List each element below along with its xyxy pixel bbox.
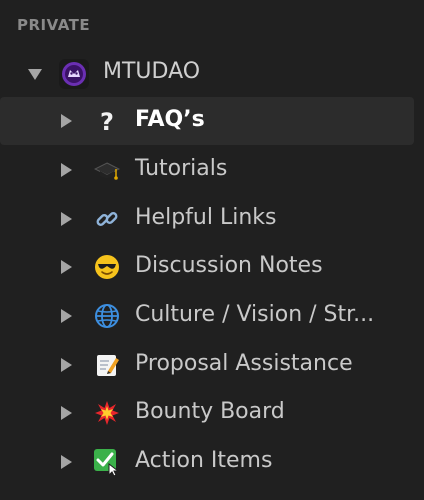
sidebar-item-faqs[interactable]: ? FAQ’s	[0, 97, 414, 145]
sidebar-item-label: Bounty Board	[135, 399, 285, 424]
globe-icon	[93, 302, 121, 330]
mtudao-logo-icon	[59, 59, 89, 89]
expand-toggle-icon[interactable]	[61, 309, 72, 323]
sidebar-item-label: Action Items	[135, 448, 273, 473]
collision-icon	[93, 399, 121, 427]
workspace-row[interactable]: MTUDAO	[0, 49, 414, 97]
sidebar-item-label: Culture / Vision / Str...	[135, 302, 375, 327]
sidebar-item-proposal-assistance[interactable]: Proposal Assistance	[0, 341, 414, 389]
checkbox-icon	[93, 448, 121, 476]
sidebar-item-label: Proposal Assistance	[135, 351, 353, 376]
sidebar-item-discussion-notes[interactable]: Discussion Notes	[0, 243, 414, 291]
sidebar-item-label: FAQ’s	[135, 107, 205, 132]
sidebar-item-action-items[interactable]: Action Items	[0, 438, 414, 486]
sidebar-item-bounty-board[interactable]: Bounty Board	[0, 389, 414, 437]
sidebar-item-tutorials[interactable]: Tutorials	[0, 146, 414, 194]
expand-toggle-icon[interactable]	[61, 260, 72, 274]
memo-icon	[93, 351, 121, 379]
expand-toggle-icon[interactable]	[61, 358, 72, 372]
sidebar-item-culture-vision[interactable]: Culture / Vision / Str...	[0, 292, 414, 340]
sidebar-item-helpful-links[interactable]: Helpful Links	[0, 195, 414, 243]
link-icon	[93, 205, 121, 233]
graduation-cap-icon	[93, 156, 121, 184]
section-header-private: PRIVATE	[17, 16, 91, 34]
sidebar-item-label: Discussion Notes	[135, 253, 323, 278]
sidebar-item-label: Tutorials	[135, 156, 228, 181]
expand-toggle-icon[interactable]	[61, 163, 72, 177]
question-mark-icon: ?	[93, 107, 121, 135]
sunglasses-face-icon	[93, 253, 121, 281]
collapse-toggle-icon[interactable]	[28, 69, 42, 80]
sidebar: PRIVATE MTUDAO ? FAQ’s Tutorials Helpful…	[0, 0, 424, 500]
expand-toggle-icon[interactable]	[61, 114, 72, 128]
svg-text:?: ?	[100, 108, 114, 134]
expand-toggle-icon[interactable]	[61, 455, 72, 469]
expand-toggle-icon[interactable]	[61, 212, 72, 226]
workspace-label: MTUDAO	[103, 59, 201, 84]
expand-toggle-icon[interactable]	[61, 406, 72, 420]
sidebar-item-label: Helpful Links	[135, 205, 277, 230]
